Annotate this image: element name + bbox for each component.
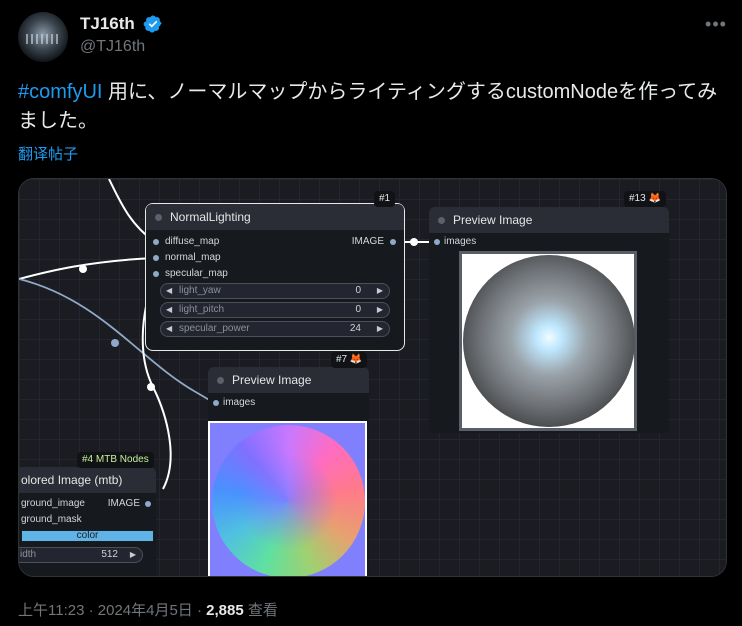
widget-value: 0 xyxy=(355,304,361,315)
node-title[interactable]: olored Image (mtb) xyxy=(19,467,156,493)
collapse-dot-icon[interactable] xyxy=(155,214,162,221)
node-preview-image-13[interactable]: Preview Image images xyxy=(429,207,669,433)
lit-sphere-preview-image[interactable] xyxy=(459,251,637,431)
increment-arrow-icon[interactable]: ▶ xyxy=(377,303,383,317)
node-title-label: NormalLighting xyxy=(170,210,251,224)
tweet-body: 用に、ノーマルマップからライティングするcustomNodeを作ってみました。 xyxy=(18,81,718,132)
widget-value: 0 xyxy=(355,285,361,296)
collapse-dot-icon[interactable] xyxy=(217,377,224,384)
node-title-label: olored Image (mtb) xyxy=(21,473,123,487)
views-label: 查看 xyxy=(243,602,278,619)
more-options-icon[interactable]: ••• xyxy=(704,12,728,36)
input-port-dot-icon[interactable] xyxy=(153,271,159,277)
verified-badge-icon xyxy=(143,15,162,33)
input-port-dot-icon[interactable] xyxy=(153,255,159,261)
input-images: images xyxy=(444,236,477,247)
node-id-badge: #1 xyxy=(374,191,396,207)
author-handle[interactable]: @TJ16th xyxy=(80,38,145,56)
widget-value: 24 xyxy=(349,323,361,334)
view-count: 2,885 xyxy=(206,602,244,619)
timestamp[interactable]: 上午11:23 · 2024年4月5日 · xyxy=(18,602,206,619)
node-normal-lighting[interactable]: NormalLighting diffuse_map normal_map sp… xyxy=(145,203,405,351)
input-normal-map: normal_map xyxy=(165,252,221,263)
widget-label: specular_power xyxy=(179,323,250,334)
output-port-dot-icon[interactable] xyxy=(145,501,151,507)
node-title[interactable]: Preview Image xyxy=(208,367,369,393)
node-preview-image-7[interactable]: Preview Image images xyxy=(208,367,369,576)
translate-link[interactable]: 翻译帖子 xyxy=(18,143,78,164)
port-ground-image: ground_image xyxy=(21,498,85,509)
color-widget[interactable]: color xyxy=(21,530,154,542)
tweet-header: TJ16th @TJ16th ••• xyxy=(18,12,728,62)
increment-arrow-icon[interactable]: ▶ xyxy=(377,284,383,298)
output-image-label: IMAGE xyxy=(351,236,384,247)
increment-arrow-icon[interactable]: ▶ xyxy=(130,548,136,562)
input-specular-map: specular_map xyxy=(165,268,228,279)
node-id-badge: #4 MTB Nodes xyxy=(77,452,154,468)
widget-label: light_pitch xyxy=(179,304,225,315)
widget-label: light_yaw xyxy=(179,285,221,296)
input-images: images xyxy=(223,397,256,408)
input-port-dot-icon[interactable] xyxy=(434,239,440,245)
widget-specular-power[interactable]: ◀ specular_power 24 ▶ xyxy=(160,321,390,337)
decrement-arrow-icon[interactable]: ◀ xyxy=(166,303,172,317)
node-title-label: Preview Image xyxy=(453,213,533,227)
node-title[interactable]: Preview Image xyxy=(429,207,669,233)
tweet-media-image[interactable]: NormalLighting diffuse_map normal_map sp… xyxy=(18,178,727,577)
output-image-label: IMAGE xyxy=(107,498,140,509)
widget-light-pitch[interactable]: ◀ light_pitch 0 ▶ xyxy=(160,302,390,318)
widget-value: 512 xyxy=(101,549,118,560)
node-title[interactable]: NormalLighting xyxy=(146,204,404,230)
input-port-dot-icon[interactable] xyxy=(153,239,159,245)
increment-arrow-icon[interactable]: ▶ xyxy=(377,322,383,336)
node-title-label: Preview Image xyxy=(232,373,312,387)
decrement-arrow-icon[interactable]: ◀ xyxy=(166,322,172,336)
decrement-arrow-icon[interactable]: ◀ xyxy=(166,284,172,298)
widget-light-yaw[interactable]: ◀ light_yaw 0 ▶ xyxy=(160,283,390,299)
hashtag-link[interactable]: #comfyUI xyxy=(18,81,102,103)
input-diffuse-map: diffuse_map xyxy=(165,236,220,247)
node-id-badge: #7 🦊 xyxy=(331,352,368,368)
normal-map-preview-image[interactable] xyxy=(208,421,367,576)
widget-width[interactable]: idth 512 ▶ xyxy=(19,547,143,563)
node-id-badge: #13 🦊 xyxy=(624,191,666,207)
input-port-dot-icon[interactable] xyxy=(213,400,219,406)
widget-label: idth xyxy=(20,549,37,560)
color-widget-label: color xyxy=(76,530,99,541)
tweet-footer: 上午11:23 · 2024年4月5日 · 2,885 查看 xyxy=(18,599,278,620)
tweet-text: #comfyUI 用に、ノーマルマップからライティングするcustomNodeを… xyxy=(18,78,724,136)
author-name[interactable]: TJ16th xyxy=(80,14,135,34)
avatar[interactable] xyxy=(18,12,68,62)
node-colored-image-mtb[interactable]: olored Image (mtb) ground_image IMAGE gr… xyxy=(19,467,156,576)
port-ground-mask: ground_mask xyxy=(21,514,82,525)
collapse-dot-icon[interactable] xyxy=(438,217,445,224)
output-port-dot-icon[interactable] xyxy=(390,239,396,245)
